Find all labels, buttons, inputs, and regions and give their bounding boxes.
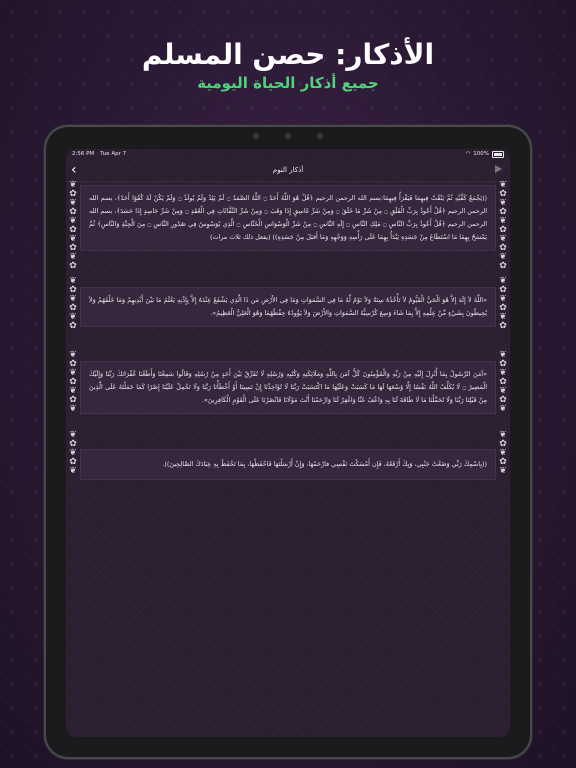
dhikr-card[interactable]: «اللَّهُ لاَ إِلَهَ إِلاَّ هُوَ الْحَيُّ… bbox=[80, 287, 496, 327]
dhikr-card[interactable]: «آمَنَ الرَّسُولُ بِمَا أُنْزِلَ إِلَيْه… bbox=[80, 361, 496, 414]
status-bar: 2:56 PM Tue Apr 7 ◠ 100% bbox=[66, 149, 510, 159]
navigation-bar: ‹ أذكار النوم bbox=[66, 159, 510, 182]
camera-lens bbox=[285, 133, 291, 139]
chevron-left-icon: ‹ bbox=[71, 162, 77, 178]
battery-percent: 100% bbox=[473, 151, 489, 157]
ornament-right: ❦ ✿ ❦ ✿ ❦ ✿ ❦ ✿ ❦ ✿ bbox=[499, 180, 507, 271]
camera-sensor bbox=[253, 133, 259, 139]
nav-title: أذكار النوم bbox=[272, 166, 304, 174]
back-button[interactable]: ‹ bbox=[71, 161, 77, 179]
dhikr-text: ((بِاسْمِكَ رَبِّي وَضَعْتُ جَنْبِي، وَب… bbox=[162, 460, 487, 468]
dhikr-text: «آمَنَ الرَّسُولُ بِمَا أُنْزِلَ إِلَيْه… bbox=[89, 370, 487, 404]
tablet-frame: 2:56 PM Tue Apr 7 ◠ 100% ‹ أذكار النوم ❦… bbox=[46, 127, 530, 757]
ornament-left: ❦ ✿ ❦ ✿ ❦ ✿ bbox=[69, 276, 77, 331]
dhikr-text: «اللَّهُ لاَ إِلَهَ إِلاَّ هُوَ الْحَيُّ… bbox=[89, 296, 487, 317]
ornament-right: ❦ ✿ ❦ ✿ ❦ ✿ bbox=[499, 276, 507, 331]
battery-icon bbox=[492, 150, 504, 158]
status-date: Tue Apr 7 bbox=[100, 151, 127, 157]
status-time: 2:56 PM bbox=[72, 151, 95, 157]
ornament-left: ❦ ✿ ❦ ✿ ❦ bbox=[69, 430, 77, 476]
ornament-left: ❦ ✿ ❦ ✿ ❦ ✿ ❦ bbox=[69, 350, 77, 414]
dhikr-card[interactable]: ((بِاسْمِكَ رَبِّي وَضَعْتُ جَنْبِي، وَب… bbox=[80, 449, 496, 480]
play-icon[interactable] bbox=[495, 165, 502, 173]
wifi-icon: ◠ bbox=[465, 151, 471, 157]
promo-headline: الأذكار: حصن المسلم bbox=[141, 38, 435, 71]
ornament-left: ❦ ✿ ❦ ✿ ❦ ✿ ❦ ✿ ❦ ✿ bbox=[69, 180, 77, 271]
ornament-right: ❦ ✿ ❦ ✿ ❦ ✿ ❦ bbox=[499, 350, 507, 414]
dhikr-text: ((يَجْمَعُ كَفَّيْهِ ثُمَّ يَنْفُثُ فِيه… bbox=[89, 194, 487, 241]
promo-subheadline: جميع أذكار الحياة اليومية bbox=[197, 74, 379, 92]
dhikr-card[interactable]: ((يَجْمَعُ كَفَّيْهِ ثُمَّ يَنْفُثُ فِيه… bbox=[80, 185, 496, 251]
ornament-right: ❦ ✿ ❦ ✿ ❦ bbox=[499, 430, 507, 476]
camera-sensor bbox=[317, 133, 323, 139]
status-right: ◠ 100% bbox=[465, 150, 504, 158]
app-screen: 2:56 PM Tue Apr 7 ◠ 100% ‹ أذكار النوم ❦… bbox=[66, 149, 510, 737]
